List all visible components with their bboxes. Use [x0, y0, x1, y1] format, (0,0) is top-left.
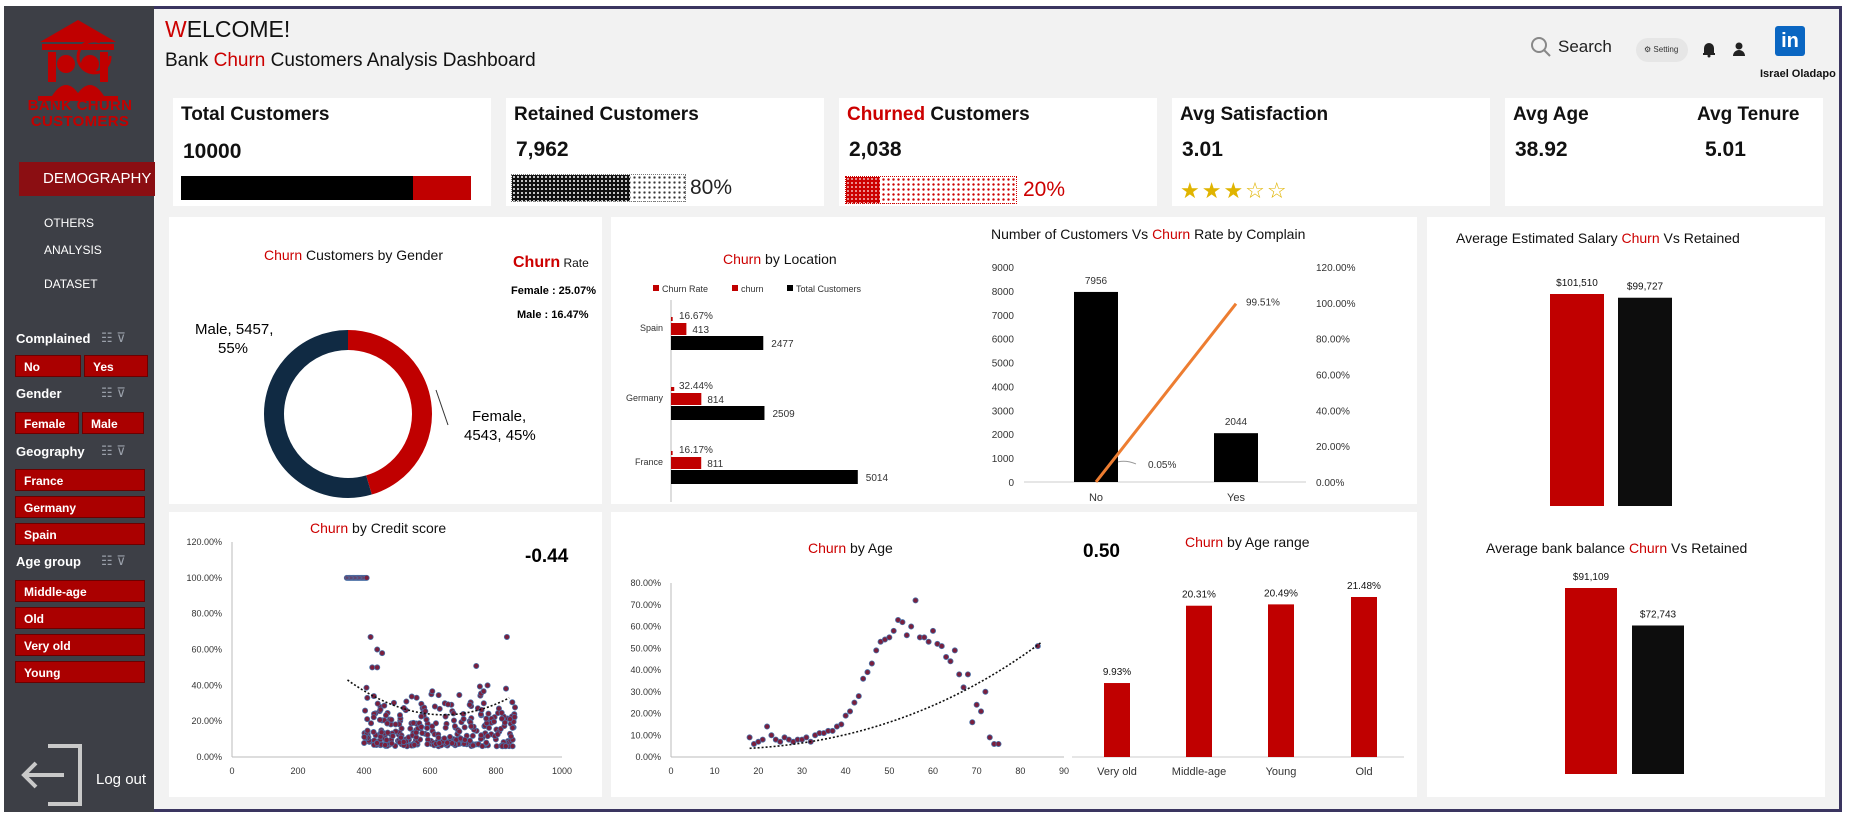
- kpi-title: Retained Customers: [514, 104, 699, 125]
- kpi-age-value: 38.92: [1515, 138, 1568, 161]
- retained-progress-fill: [512, 175, 630, 201]
- slicer-geo-france[interactable]: France: [15, 469, 145, 491]
- slicer-gender-title: Gender: [16, 386, 62, 401]
- kpi-title: Churned Customers: [847, 104, 1030, 125]
- search-button[interactable]: Search: [1530, 36, 1612, 58]
- retained-progress-track: [511, 174, 686, 202]
- kpi-avg-satisfaction: Avg Satisfaction 3.01 ★★★☆☆: [1172, 98, 1490, 206]
- multi-select-icon[interactable]: ☷ ⊽: [101, 553, 126, 569]
- kpi-title: Avg Satisfaction: [1180, 104, 1329, 125]
- slicer-complained-no[interactable]: No: [15, 355, 81, 377]
- welcome-title: WELCOME!: [165, 16, 291, 42]
- slicer-complained-yes[interactable]: Yes: [84, 355, 148, 377]
- kpi-title: Total Customers: [181, 104, 330, 125]
- panel-credit-score: [169, 512, 602, 797]
- churned-progress-track: [845, 176, 1017, 204]
- rating-stars: ★★★☆☆: [1180, 178, 1289, 203]
- kpi-value: 10000: [183, 140, 242, 163]
- kpi-value: 3.01: [1182, 138, 1223, 161]
- slicer-age-veryold[interactable]: Very old: [15, 634, 145, 656]
- total-progress-fill: [181, 176, 413, 200]
- panel-gender: [169, 217, 602, 504]
- slicer-gender-male[interactable]: Male: [82, 412, 144, 434]
- user-icon[interactable]: [1730, 40, 1748, 58]
- churned-progress-fill: [846, 177, 880, 203]
- panel-age: [611, 512, 1417, 797]
- nav-dataset[interactable]: DATASET: [44, 277, 98, 291]
- nav-others[interactable]: OTHERS: [44, 216, 94, 230]
- kpi-tenure-title: Avg Tenure: [1697, 104, 1800, 125]
- total-progress-bar: [181, 176, 471, 200]
- linkedin-icon[interactable]: in: [1775, 26, 1805, 56]
- logo-text: BANK CHURN CUSTOMERS: [27, 97, 133, 130]
- logout-icon[interactable]: [18, 740, 86, 810]
- panel-salary-balance: [1427, 217, 1825, 797]
- slicer-gender-female[interactable]: Female: [15, 412, 79, 434]
- bell-icon[interactable]: [1700, 40, 1718, 58]
- search-icon: [1531, 37, 1551, 57]
- slicer-geography-title: Geography: [16, 444, 85, 459]
- panel-location-complain: [611, 217, 1417, 504]
- slicer-agegroup-title: Age group: [16, 554, 81, 569]
- kpi-churned-customers: Churned Customers 2,038 20%: [839, 98, 1157, 206]
- multi-select-icon[interactable]: ☷ ⊽: [101, 385, 126, 401]
- setting-button[interactable]: ⚙ Setting: [1636, 38, 1688, 62]
- multi-select-icon[interactable]: ☷ ⊽: [101, 443, 126, 459]
- retained-percent: 80%: [690, 176, 733, 199]
- slicer-geo-spain[interactable]: Spain: [15, 523, 145, 545]
- nav-analysis[interactable]: ANALYSIS: [44, 243, 102, 257]
- author-name: Israel Oladapo: [1760, 68, 1836, 80]
- kpi-tenure-value: 5.01: [1705, 138, 1746, 161]
- dashboard-subtitle: Bank Churn Customers Analysis Dashboard: [165, 50, 536, 71]
- slicer-complained-title: Complained: [16, 331, 91, 346]
- churned-percent: 20%: [1023, 178, 1066, 201]
- nav-demography[interactable]: DEMOGRAPHY: [19, 162, 155, 196]
- sidebar: BANK CHURN CUSTOMERS DEMOGRAPHY OTHERS A…: [4, 6, 155, 812]
- multi-select-icon[interactable]: ☷ ⊽: [101, 330, 126, 346]
- slicer-geo-germany[interactable]: Germany: [15, 496, 145, 518]
- logout-button[interactable]: Log out: [96, 771, 146, 788]
- kpi-total-customers: Total Customers 10000: [173, 98, 491, 206]
- slicer-age-young[interactable]: Young: [15, 661, 145, 683]
- slicer-age-old[interactable]: Old: [15, 607, 145, 629]
- kpi-retained-customers: Retained Customers 7,962 80%: [506, 98, 824, 206]
- kpi-value: 2,038: [849, 138, 902, 161]
- gear-icon: ⚙: [1644, 45, 1652, 54]
- kpi-avg-age-tenure: Avg Age 38.92 Avg Tenure 5.01: [1505, 98, 1823, 206]
- kpi-age-title: Avg Age: [1513, 104, 1589, 125]
- slicer-age-middle[interactable]: Middle-age: [15, 580, 145, 602]
- kpi-value: 7,962: [516, 138, 569, 161]
